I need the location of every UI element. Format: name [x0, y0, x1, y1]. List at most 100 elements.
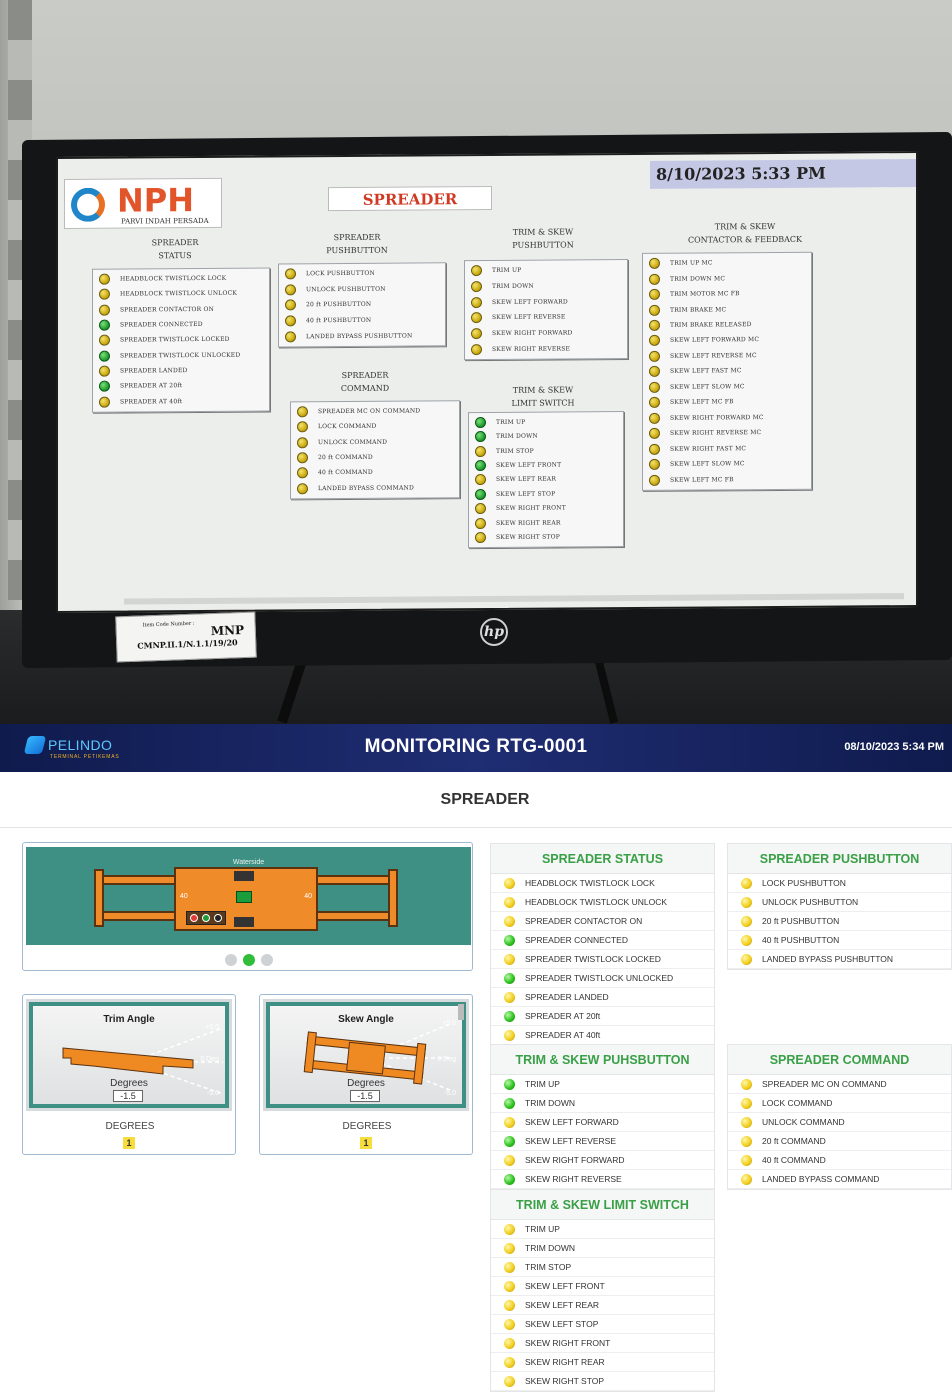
nph-logo: NPH PARVI INDAH PERSADA	[64, 177, 222, 229]
hmi-status-label: SKEW RIGHT STOP	[496, 533, 560, 542]
skew-angle-value: -1.5	[350, 1090, 380, 1102]
hmi-datetime: 8/10/2023 5:33 PM	[650, 158, 918, 189]
status-led-icon	[504, 1135, 515, 1147]
skew-scrollbar[interactable]	[458, 1004, 464, 1020]
trim-angle-gauge: Trim Angle +5.0 0 Deg -5.0 Degrees -1.5	[26, 999, 232, 1111]
carousel-dots	[23, 951, 474, 969]
hmi-led-icon	[297, 452, 308, 464]
status-label: TRIM DOWN	[525, 1243, 576, 1253]
hmi-status-row: TRIM DOWN MC	[643, 270, 811, 287]
carousel-dot-1[interactable]	[224, 953, 237, 966]
spreader-body: 40 40	[174, 867, 318, 931]
hmi-status-label: TRIM DOWN	[492, 282, 534, 290]
hmi-status-row: SPREADER MC ON COMMAND	[291, 403, 459, 420]
skew-degrees-reading: 1	[360, 1137, 372, 1149]
hmi-status-row: SKEW LEFT STOP	[469, 486, 623, 502]
carousel-dot-2[interactable]	[242, 953, 255, 966]
twistlock-top	[234, 871, 254, 881]
status-led-icon	[504, 1299, 515, 1311]
trim-tick-mid: 0 Deg	[200, 1056, 219, 1063]
hmi-status-label: SPREADER TWISTLOCK UNLOCKED	[120, 351, 241, 360]
status-led-icon	[741, 1097, 752, 1109]
status-led-icon	[741, 1078, 752, 1090]
asset-label: Item Code Number : CMNP.II.1/N.1.1/19/20…	[115, 611, 257, 663]
hmi-status-row: TRIM BRAKE MC	[643, 301, 811, 318]
status-label: SPREADER CONTACTOR ON	[525, 916, 643, 926]
status-label: LOCK COMMAND	[762, 1098, 833, 1108]
hmi-status-row: LANDED BYPASS PUSHBUTTON	[279, 328, 445, 345]
hmi-status-label: LOCK PUSHBUTTON	[306, 270, 375, 278]
hmi-status-label: SKEW RIGHT FORWARD MC	[670, 413, 764, 422]
status-label: SPREADER LANDED	[525, 992, 609, 1002]
hmi-status-row: TRIM MOTOR MC FB	[643, 286, 811, 303]
hmi-title-contactor: TRIM & SKEW CONTACTOR & FEEDBACK	[688, 221, 802, 245]
spreader-status-panel: SPREADER STATUS HEADBLOCK TWISTLOCK LOCK…	[490, 843, 715, 1046]
asset-label-title: Item Code Number :	[142, 620, 195, 629]
status-row: SKEW RIGHT REAR	[491, 1353, 714, 1372]
hmi-led-icon	[649, 427, 660, 440]
hmi-status-label: TRIM BRAKE MC	[670, 305, 727, 314]
status-label: SPREADER AT 20ft	[525, 1011, 601, 1021]
trim-skew-pushbutton-list: TRIM UP TRIM DOWN SKEW LEFT FORWARD SKEW LE…	[491, 1075, 714, 1189]
hmi-led-icon	[99, 396, 110, 408]
hmi-status-row: SKEW RIGHT FORWARD MC	[643, 409, 811, 426]
status-row: SPREADER AT 40ft	[491, 1026, 714, 1045]
hmi-status-row: 20 ft PUSHBUTTON	[279, 296, 445, 313]
spreader-diagram: Waterside 40 40	[26, 847, 471, 945]
hmi-status-row: HEADBLOCK TWISTLOCK UNLOCK	[93, 286, 269, 303]
waterside-label: Waterside	[232, 859, 265, 866]
hmi-status-row: SPREADER TWISTLOCK LOCKED	[93, 332, 269, 349]
hmi-led-icon	[475, 431, 486, 443]
trim-degrees-reading: 1	[123, 1137, 135, 1149]
trim-degrees-label: Degrees	[110, 1078, 148, 1089]
hmi-led-icon	[471, 312, 482, 324]
status-label: HEADBLOCK TWISTLOCK LOCK	[525, 878, 655, 888]
trim-skew-pushbutton-title: TRIM & SKEW PUHSBUTTON	[491, 1045, 714, 1075]
hmi-status-label: SKEW LEFT FORWARD	[492, 298, 568, 306]
spreader-carousel: Waterside 40 40	[22, 842, 473, 971]
status-led-icon	[504, 1356, 515, 1368]
status-label: 20 ft PUSHBUTTON	[762, 916, 840, 926]
status-row: SKEW RIGHT FORWARD	[491, 1151, 714, 1170]
trim-angle-card: Trim Angle +5.0 0 Deg -5.0 Degrees -1.5 …	[22, 994, 236, 1155]
status-row: UNLOCK COMMAND	[728, 1113, 951, 1132]
trim-angle-value: -1.5	[113, 1090, 143, 1102]
hmi-status-label: SKEW LEFT FRONT	[496, 461, 562, 469]
hmi-status-row: UNLOCK COMMAND	[291, 434, 459, 451]
hmi-status-label: TRIM UP MC	[670, 259, 713, 267]
trim-skew-limit-title: TRIM & SKEW LIMIT SWITCH	[491, 1190, 714, 1220]
status-label: SKEW RIGHT FRONT	[525, 1338, 611, 1348]
hmi-status-label: HEADBLOCK TWISTLOCK UNLOCK	[120, 290, 238, 299]
hmi-status-label: TRIM MOTOR MC FB	[670, 290, 740, 298]
hp-logo-icon: hp	[480, 618, 508, 646]
status-label: LOCK PUSHBUTTON	[762, 878, 846, 888]
hmi-contactor-box: TRIM UP MC TRIM DOWN MC TRIM MOTOR MC FB TR…	[642, 251, 812, 491]
hmi-status-row: SKEW LEFT REVERSE	[465, 309, 627, 326]
status-led-icon	[504, 1318, 515, 1330]
hmi-led-icon	[649, 412, 660, 424]
status-row: TRIM UP	[491, 1075, 714, 1094]
hmi-status-row: LOCK COMMAND	[291, 419, 459, 436]
status-row: SKEW LEFT FRONT	[491, 1277, 714, 1296]
hmi-status-label: SKEW LEFT MC FB	[670, 475, 734, 484]
status-led-icon	[504, 1116, 515, 1128]
status-led-icon	[504, 896, 515, 908]
hmi-status-label: SKEW LEFT SLOW MC	[670, 460, 745, 468]
hmi-status-row: 40 ft PUSHBUTTON	[279, 312, 445, 329]
hmi-status-label: SKEW RIGHT FAST MC	[670, 444, 747, 453]
status-label: SKEW RIGHT STOP	[525, 1376, 605, 1386]
trim-tick-top: +5.0	[205, 1024, 219, 1031]
hmi-led-icon	[471, 281, 482, 293]
hmi-status-row: SKEW LEFT SLOW MC	[643, 378, 811, 395]
status-label: SKEW LEFT FORWARD	[525, 1117, 619, 1127]
hmi-led-icon	[475, 445, 486, 457]
hmi-status-row: TRIM UP	[469, 414, 623, 430]
carousel-dot-3[interactable]	[260, 953, 273, 966]
status-label: SKEW LEFT STOP	[525, 1319, 599, 1329]
hmi-status-label: LANDED BYPASS COMMAND	[318, 484, 414, 492]
skew-tick-mid: 0 Deg	[437, 1056, 456, 1063]
hmi-led-icon	[471, 343, 482, 355]
hmi-status-row: LANDED BYPASS COMMAND	[291, 480, 459, 497]
hmi-led-icon	[649, 443, 660, 455]
hmi-status-label: SKEW LEFT REVERSE	[492, 313, 566, 322]
